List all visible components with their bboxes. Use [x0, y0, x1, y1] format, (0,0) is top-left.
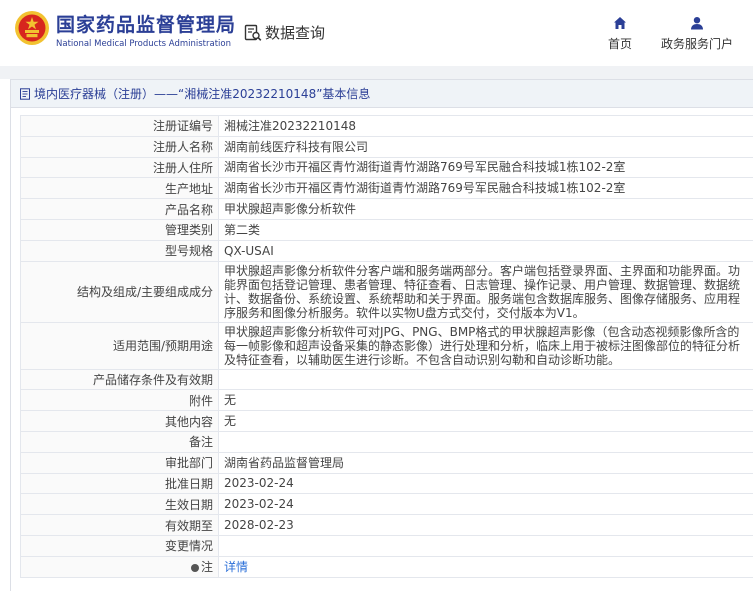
- field-label: 批准日期: [20, 472, 219, 495]
- table-row: 其他内容 无: [20, 410, 753, 432]
- document-icon: [20, 87, 30, 100]
- nav-home-label: 首页: [608, 37, 633, 51]
- field-value: [218, 368, 753, 391]
- table-row: 批准日期 2023-02-24: [20, 472, 753, 495]
- field-value: 第二类: [218, 218, 753, 241]
- site-header: 国家药品监督管理局 National Medical Products Admi…: [0, 0, 753, 66]
- registration-info-table: 注册证编号 湘械注准20232210148 注册人名称 湖南前线医疗科技有限公司…: [20, 115, 753, 578]
- field-value: 甲状腺超声影像分析软件可对JPG、PNG、BMP格式的甲状腺超声影像（包含动态视…: [218, 321, 753, 370]
- field-value: 无: [218, 410, 753, 432]
- note-value-cell: 详情: [218, 555, 753, 578]
- site-brand[interactable]: 国家药品监督管理局 National Medical Products Admi…: [56, 13, 236, 50]
- table-row: 变更情况: [20, 534, 753, 557]
- field-label: 注册证编号: [20, 115, 219, 137]
- data-query-link[interactable]: 数据查询: [244, 22, 325, 43]
- field-value: 2028-02-23: [218, 514, 753, 536]
- table-row: 注册人名称 湖南前线医疗科技有限公司: [20, 135, 753, 158]
- field-label: 其他内容: [20, 410, 219, 432]
- table-row: 注册人住所 湖南省长沙市开福区青竹湖街道青竹湖路769号军民融合科技城1栋102…: [20, 156, 753, 179]
- user-icon: [691, 17, 703, 30]
- field-label: 有效期至: [20, 514, 219, 536]
- table-row: 型号规格 QX-USAI: [20, 239, 753, 262]
- field-label: 生产地址: [20, 177, 219, 200]
- table-row: 产品储存条件及有效期: [20, 368, 753, 391]
- field-value: 湖南前线医疗科技有限公司: [218, 135, 753, 158]
- national-emblem-logo: [15, 11, 49, 45]
- field-label: 注册人名称: [20, 135, 219, 158]
- field-value: 无: [218, 389, 753, 412]
- nav-gov-service-portal[interactable]: 政务服务门户: [661, 16, 733, 52]
- table-row: 结构及组成/主要组成成分 甲状腺超声影像分析软件分客户端和服务端两部分。客户端包…: [20, 260, 753, 323]
- field-value: [218, 430, 753, 453]
- field-value: 甲状腺超声影像分析软件分客户端和服务端两部分。客户端包括登录界面、主界面和功能界…: [218, 260, 753, 323]
- table-row: 生产地址 湖南省长沙市开福区青竹湖街道青竹湖路769号军民融合科技城1栋102-…: [20, 177, 753, 200]
- field-value: 甲状腺超声影像分析软件: [218, 198, 753, 220]
- table-row: 注 详情: [20, 555, 753, 578]
- field-value: 湖南省药品监督管理局: [218, 451, 753, 474]
- field-value: [218, 534, 753, 557]
- field-label: 注: [200, 560, 213, 575]
- table-row: 备注: [20, 430, 753, 453]
- field-label: 产品储存条件及有效期: [20, 368, 219, 391]
- panel-title: 境内医疗器械（注册）——“湘械注准20232210148”基本信息: [34, 86, 371, 101]
- table-row: 附件 无: [20, 389, 753, 412]
- site-name-en: National Medical Products Administration: [56, 39, 231, 49]
- field-label: 适用范围/预期用途: [20, 321, 219, 370]
- field-label: 审批部门: [20, 451, 219, 474]
- field-value: 湖南省长沙市开福区青竹湖街道青竹湖路769号军民融合科技城1栋102-2室: [218, 156, 753, 179]
- nav-gov-service-label: 政务服务门户: [661, 37, 734, 51]
- field-value: QX-USAI: [218, 239, 753, 262]
- field-label: 产品名称: [20, 198, 219, 220]
- panel-title-bar: 境内医疗器械（注册）——“湘械注准20232210148”基本信息: [11, 80, 753, 108]
- header-divider-band: [0, 66, 753, 79]
- table-row: 适用范围/预期用途 甲状腺超声影像分析软件可对JPG、PNG、BMP格式的甲状腺…: [20, 321, 753, 370]
- field-label: 型号规格: [20, 239, 219, 262]
- details-link[interactable]: 详情: [224, 560, 248, 574]
- field-value: 2023-02-24: [218, 493, 753, 516]
- field-label: 变更情况: [20, 534, 219, 557]
- site-name-cn: 国家药品监督管理局: [56, 14, 237, 36]
- lightbulb-icon: [190, 564, 199, 573]
- table-row: 审批部门 湖南省药品监督管理局: [20, 451, 753, 474]
- table-row: 产品名称 甲状腺超声影像分析软件: [20, 198, 753, 220]
- table-row: 管理类别 第二类: [20, 218, 753, 241]
- data-query-label: 数据查询: [265, 24, 326, 42]
- field-value: 湖南省长沙市开福区青竹湖街道青竹湖路769号军民融合科技城1栋102-2室: [218, 177, 753, 200]
- field-label: 附件: [20, 389, 219, 412]
- field-value: 湘械注准20232210148: [218, 115, 753, 137]
- data-query-icon: [244, 24, 262, 41]
- field-label: 结构及组成/主要组成成分: [20, 260, 219, 323]
- field-label: 注册人住所: [20, 156, 219, 179]
- note-label-cell: 注: [20, 555, 219, 578]
- table-row: 生效日期 2023-02-24: [20, 493, 753, 516]
- detail-panel: 境内医疗器械（注册）——“湘械注准20232210148”基本信息 注册证编号 …: [10, 79, 753, 591]
- table-row: 注册证编号 湘械注准20232210148: [20, 115, 753, 137]
- field-label: 备注: [20, 430, 219, 453]
- field-value: 2023-02-24: [218, 472, 753, 495]
- field-label: 生效日期: [20, 493, 219, 516]
- table-row: 有效期至 2028-02-23: [20, 514, 753, 536]
- nav-home[interactable]: 首页: [608, 16, 632, 52]
- home-icon: [614, 17, 626, 29]
- field-label: 管理类别: [20, 218, 219, 241]
